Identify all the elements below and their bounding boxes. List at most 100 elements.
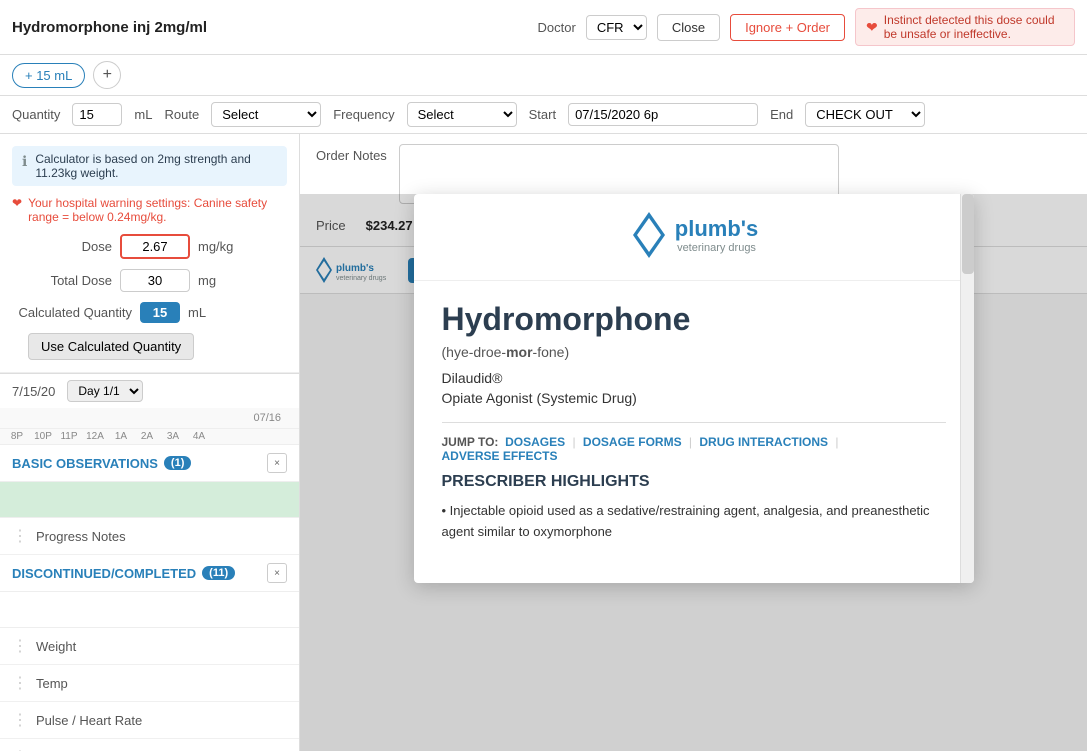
pulse-heart-label: Pulse / Heart Rate — [36, 713, 142, 728]
dose-label: Dose — [12, 239, 112, 254]
drug-class: Opiate Agonist (Systemic Drug) — [442, 390, 946, 406]
start-input[interactable] — [568, 103, 758, 126]
monograph-drug-name: Hydromorphone — [442, 301, 946, 338]
calc-qty-unit: mL — [188, 305, 206, 320]
scroll-thumb[interactable] — [962, 194, 974, 274]
basic-obs-header: BASIC OBSERVATIONS (1) × — [0, 445, 299, 482]
drag-handle-icon: ⋮ — [12, 526, 28, 546]
time-col-11p: 11P — [56, 431, 82, 442]
use-calculated-qty-button[interactable]: Use Calculated Quantity — [28, 333, 194, 360]
left-panel: ℹ Calculator is based on 2mg strength an… — [0, 134, 300, 751]
calculator-info-box: ℹ Calculator is based on 2mg strength an… — [12, 146, 287, 186]
route-select[interactable]: Select — [211, 102, 321, 127]
time-col-12a: 12A — [82, 431, 108, 442]
jump-to-label: JUMP TO: — [442, 435, 499, 449]
grid-time-labels: 8P 10P 11P 12A 1A 2A 3A 4A — [0, 429, 299, 445]
basic-obs-collapse[interactable]: × — [267, 453, 287, 473]
monograph-panel[interactable]: plumb's veterinary drugs Hydromorphone (… — [414, 194, 974, 583]
doctor-label: Doctor — [538, 20, 576, 35]
field-row: Quantity mL Route Select Frequency Selec… — [0, 96, 1087, 134]
warning-badge: ❤ Instinct detected this dose could be u… — [855, 8, 1075, 46]
progress-notes-label: Progress Notes — [36, 529, 126, 544]
monograph-scrollbar[interactable] — [960, 194, 974, 583]
plumbs-vet-drugs: veterinary drugs — [675, 242, 758, 254]
total-dose-label: Total Dose — [12, 273, 112, 288]
grid-row-basic — [0, 482, 299, 518]
calculator-warning-text: Your hospital warning settings: Canine s… — [28, 196, 287, 224]
add-more-button[interactable]: + — [93, 61, 121, 89]
frequency-select[interactable]: Select — [407, 102, 517, 127]
end-label: End — [770, 107, 793, 122]
schedule-section: 7/15/20 Day 1/1 — [0, 373, 299, 408]
monograph-divider — [442, 422, 946, 423]
time-col-4a: 4A — [186, 431, 212, 442]
list-item-progress-notes[interactable]: ⋮ Progress Notes — [0, 518, 299, 555]
ignore-order-button[interactable]: Ignore + Order — [730, 14, 845, 41]
prescriber-bullets: Injectable opioid used as a sedative/res… — [442, 501, 946, 543]
monograph-header: plumb's veterinary drugs — [414, 194, 974, 281]
calc-qty-row: Calculated Quantity 15 mL — [12, 302, 287, 323]
list-item-pulse-heart[interactable]: ⋮ Pulse / Heart Rate — [0, 702, 299, 739]
time-col-2a: 2A — [134, 431, 160, 442]
list-item-temp[interactable]: ⋮ Temp — [0, 665, 299, 702]
end-select[interactable]: CHECK OUT — [805, 102, 925, 127]
monograph-body: Hydromorphone (hye-droe-mor-fone) Dilaud… — [414, 281, 974, 563]
order-notes-label: Order Notes — [316, 148, 387, 163]
jump-adverse-effects[interactable]: ADVERSE EFFECTS — [442, 449, 558, 463]
calculator-warning: ❤ Your hospital warning settings: Canine… — [12, 196, 287, 224]
time-col-1a: 1A — [108, 431, 134, 442]
bullet-1: Injectable opioid used as a sedative/res… — [442, 501, 946, 543]
drag-handle-temp: ⋮ — [12, 673, 28, 693]
dose-unit: mg/kg — [198, 239, 233, 254]
quantity-input[interactable] — [72, 103, 122, 126]
drag-handle-pulse-heart: ⋮ — [12, 710, 28, 730]
warning-badge-text: Instinct detected this dose could be uns… — [884, 13, 1064, 41]
top-header: Hydromorphone inj 2mg/ml Doctor CFR Clos… — [0, 0, 1087, 55]
list-item-pulse-quality[interactable]: ⋮ Pulse Quality — [0, 739, 299, 751]
jump-dosage-forms[interactable]: DOSAGE FORMS — [583, 435, 682, 449]
discontinued-collapse[interactable]: × — [267, 563, 287, 583]
drag-handle-pulse-quality: ⋮ — [12, 747, 28, 751]
list-item-weight[interactable]: ⋮ Weight — [0, 628, 299, 665]
drug-pronunciation: (hye-droe-mor-fone) — [442, 344, 946, 360]
plumbs-big-icon — [629, 210, 669, 260]
dose-input[interactable] — [120, 234, 190, 259]
time-col-3a: 3A — [160, 431, 186, 442]
doctor-select[interactable]: CFR — [586, 15, 647, 40]
route-label: Route — [164, 107, 199, 122]
quantity-label: Quantity — [12, 107, 60, 122]
drag-handle-weight: ⋮ — [12, 636, 28, 656]
day-select[interactable]: Day 1/1 — [67, 380, 143, 402]
calculator-section: ℹ Calculator is based on 2mg strength an… — [0, 134, 299, 373]
jump-dosages[interactable]: DOSAGES — [505, 435, 565, 449]
monograph-overlay: plumb's veterinary drugs Hydromorphone (… — [300, 194, 1087, 751]
start-label: Start — [529, 107, 556, 122]
calculator-info-text: Calculator is based on 2mg strength and … — [35, 152, 277, 180]
time-col-10p: 10P — [30, 431, 56, 442]
close-button[interactable]: Close — [657, 14, 720, 41]
jump-to-row: JUMP TO: DOSAGES | DOSAGE FORMS | DRUG I… — [442, 435, 946, 463]
grid-date-label: 07/16 — [253, 412, 291, 424]
total-dose-unit: mg — [198, 273, 216, 288]
time-col-8p: 8P — [4, 431, 30, 442]
total-dose-input[interactable] — [120, 269, 190, 292]
info-icon: ℹ — [22, 153, 27, 180]
right-panel: Order Notes Price $234.27 Mandatory Trea… — [300, 134, 1087, 751]
drug-title: Hydromorphone inj 2mg/ml — [12, 19, 207, 36]
basic-obs-label: BASIC OBSERVATIONS — [12, 456, 158, 471]
plumbs-name-big: plumb's — [675, 216, 758, 242]
quantity-unit: mL — [134, 107, 152, 122]
jump-drug-interactions[interactable]: DRUG INTERACTIONS — [699, 435, 828, 449]
header-right: Doctor CFR Close Ignore + Order ❤ Instin… — [538, 8, 1075, 46]
discontinued-label: DISCONTINUED/COMPLETED — [12, 566, 196, 581]
plumbs-big-logo: plumb's veterinary drugs — [438, 210, 950, 260]
main-content: ℹ Calculator is based on 2mg strength an… — [0, 134, 1087, 751]
dose-row: Dose mg/kg — [12, 234, 287, 259]
quick-add-pill[interactable]: + 15 mL — [12, 63, 85, 88]
temp-label: Temp — [36, 676, 68, 691]
calc-qty-value: 15 — [140, 302, 180, 323]
warn-heart-icon: ❤ — [12, 196, 22, 224]
basic-obs-count: (1) — [164, 456, 191, 470]
calc-qty-label: Calculated Quantity — [12, 305, 132, 320]
drug-trade-name: Dilaudid® — [442, 370, 946, 386]
